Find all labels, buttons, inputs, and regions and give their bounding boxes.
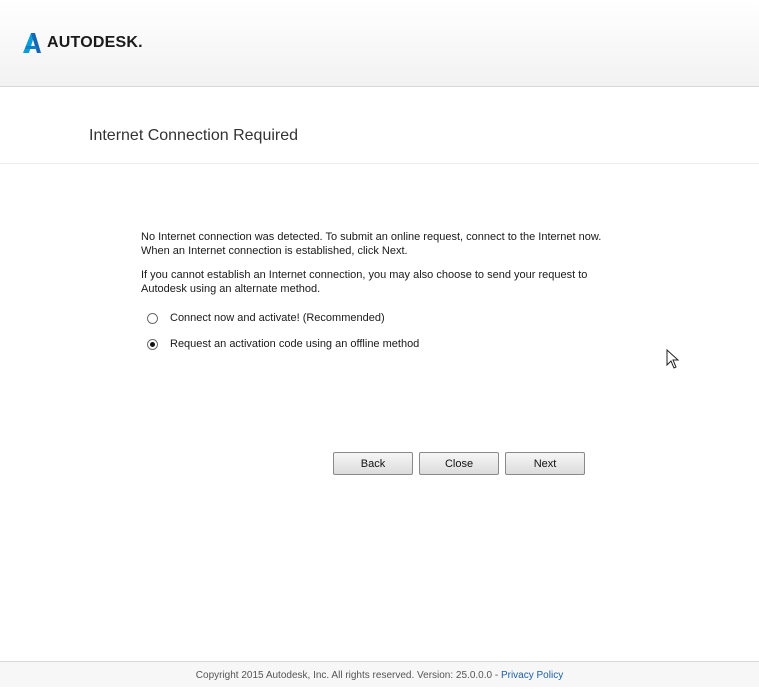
back-button[interactable]: Back: [333, 452, 413, 475]
message-line-4: Autodesk using an alternate method.: [141, 283, 321, 295]
radio-connect-now[interactable]: [147, 312, 158, 324]
page-title: Internet Connection Required: [89, 127, 299, 144]
option-offline-request[interactable]: Request an activation code using an offl…: [147, 338, 419, 350]
message-paragraph-2: If you cannot establish an Internet conn…: [141, 268, 621, 296]
autodesk-logo-icon: [23, 33, 41, 53]
logo-text: AUTODESK.: [47, 34, 143, 51]
copyright-text: Copyright 2015 Autodesk, Inc. All rights…: [195, 670, 501, 681]
footer: Copyright 2015 Autodesk, Inc. All rights…: [0, 661, 759, 687]
autodesk-logo: AUTODESK.: [22, 33, 143, 53]
header: AUTODESK.: [0, 0, 759, 87]
next-button[interactable]: Next: [505, 452, 585, 475]
message-line-1: No Internet connection was detected. To …: [141, 231, 602, 243]
title-bar: Internet Connection Required: [0, 87, 759, 164]
close-button[interactable]: Close: [419, 452, 499, 475]
message-line-3: If you cannot establish an Internet conn…: [141, 269, 588, 281]
option-offline-request-label[interactable]: Request an activation code using an offl…: [170, 338, 419, 350]
option-connect-now[interactable]: Connect now and activate! (Recommended): [147, 312, 385, 324]
option-connect-now-label[interactable]: Connect now and activate! (Recommended): [170, 312, 385, 324]
mouse-cursor-icon: [666, 349, 680, 369]
privacy-policy-link[interactable]: Privacy Policy: [501, 670, 563, 681]
message-line-2: When an Internet connection is establish…: [141, 245, 408, 257]
message-text: No Internet connection was detected. To …: [141, 230, 621, 306]
radio-offline-request[interactable]: [147, 338, 158, 350]
message-paragraph-1: No Internet connection was detected. To …: [141, 230, 621, 258]
